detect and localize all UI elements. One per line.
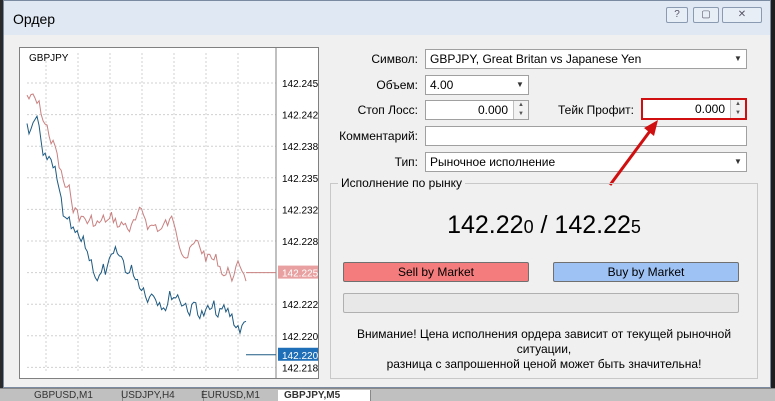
price-quote: 142.220 / 142.225 bbox=[330, 211, 758, 240]
type-label: Тип: bbox=[394, 155, 418, 169]
price-tick-label: 142.228 bbox=[282, 237, 318, 248]
sell-by-market-button[interactable]: Sell by Market bbox=[343, 262, 529, 282]
chart-tab[interactable]: GBPJPY,M5 bbox=[278, 390, 371, 401]
bid-price-tail: 0 bbox=[523, 217, 534, 237]
takeprofit-value: 0.000 bbox=[694, 102, 725, 116]
ask-price-tag-label: 142.220 bbox=[282, 351, 318, 362]
bid-price-line bbox=[26, 93, 247, 283]
bid-price-tag-label: 142.225 bbox=[282, 269, 318, 280]
chart-tabs-bar: GBPUSD,M1 USDJPY,H4 EURUSD,M1 GBPJPY,M5 bbox=[0, 388, 775, 401]
chevron-down-icon: ▼ bbox=[516, 80, 524, 89]
chart-tab[interactable]: USDJPY,H4 bbox=[115, 390, 204, 401]
ask-price-main: 142.22 bbox=[554, 211, 631, 239]
takeprofit-label: Тейк Профит: bbox=[558, 103, 634, 117]
chart-tab[interactable]: GBPUSD,M1 bbox=[28, 390, 123, 401]
tick-chart: 142.245 142.242 142.238 142.235 142.232 142.2… bbox=[19, 47, 319, 379]
help-button[interactable]: ? bbox=[666, 7, 688, 23]
chevron-down-icon: ▼ bbox=[734, 54, 742, 63]
stoploss-value: 0.000 bbox=[477, 103, 508, 117]
order-type-select[interactable]: Рыночное исполнение ▼ bbox=[425, 152, 747, 172]
volume-value: 4.00 bbox=[430, 78, 454, 92]
annotation-arrow-icon bbox=[608, 120, 658, 186]
dialog-title: Ордер bbox=[13, 11, 56, 27]
comment-label: Комментарий: bbox=[339, 129, 418, 143]
order-dialog: Ордер ? ▢ ✕ 142.245 142.242 142.238 142.235… bbox=[3, 0, 771, 388]
volume-label: Объем: bbox=[376, 78, 418, 92]
maximize-button[interactable]: ▢ bbox=[693, 7, 719, 23]
takeprofit-spinner[interactable]: ▲ ▼ bbox=[730, 100, 745, 118]
volume-combo[interactable]: 4.00 ▼ bbox=[425, 75, 529, 95]
warning-line-1: Внимание! Цена исполнения ордера зависит… bbox=[356, 327, 732, 356]
chart-tab[interactable]: EURUSD,M1 bbox=[195, 390, 286, 401]
warning-text: Внимание! Цена исполнения ордера зависит… bbox=[330, 327, 758, 372]
price-separator: / bbox=[533, 211, 555, 239]
price-tick-label: 142.222 bbox=[282, 300, 318, 311]
chevron-down-icon: ▼ bbox=[734, 157, 742, 166]
background-right-strip bbox=[771, 0, 775, 400]
price-tick-label: 142.218 bbox=[282, 363, 318, 374]
symbol-select[interactable]: GBPJPY, Great Britan vs Japanese Yen ▼ bbox=[425, 49, 747, 69]
close-button[interactable]: ✕ bbox=[722, 7, 762, 23]
buy-by-market-button[interactable]: Buy by Market bbox=[553, 262, 739, 282]
execution-progress-bar bbox=[343, 293, 739, 313]
stoploss-input[interactable]: 0.000 ▲ ▼ bbox=[425, 100, 529, 120]
stoploss-label: Стоп Лосс: bbox=[357, 103, 418, 117]
chart-symbol: GBPJPY bbox=[29, 53, 69, 64]
bid-price-main: 142.22 bbox=[447, 211, 524, 239]
price-tick-label: 142.220 bbox=[282, 332, 318, 343]
comment-input[interactable] bbox=[425, 126, 747, 146]
ask-price-tail: 5 bbox=[630, 217, 641, 237]
title-bar[interactable]: Ордер ? ▢ ✕ bbox=[4, 1, 770, 35]
spin-up-icon[interactable]: ▲ bbox=[731, 100, 745, 109]
market-execution-title: Исполнение по рынку bbox=[338, 176, 465, 190]
symbol-select-value: GBPJPY, Great Britan vs Japanese Yen bbox=[430, 52, 642, 66]
tick-chart-canvas: 142.245142.242142.238142.235142.232142.2… bbox=[26, 48, 318, 378]
symbol-label: Символ: bbox=[371, 52, 418, 66]
price-tick-label: 142.238 bbox=[282, 142, 318, 153]
order-type-value: Рыночное исполнение bbox=[430, 155, 556, 169]
price-tick-label: 142.232 bbox=[282, 205, 318, 216]
warning-line-2: разница с запрошенной ценой может быть з… bbox=[386, 357, 702, 371]
spin-down-icon[interactable]: ▼ bbox=[731, 109, 745, 118]
price-tick-label: 142.235 bbox=[282, 174, 318, 185]
ask-price-line bbox=[26, 114, 247, 336]
